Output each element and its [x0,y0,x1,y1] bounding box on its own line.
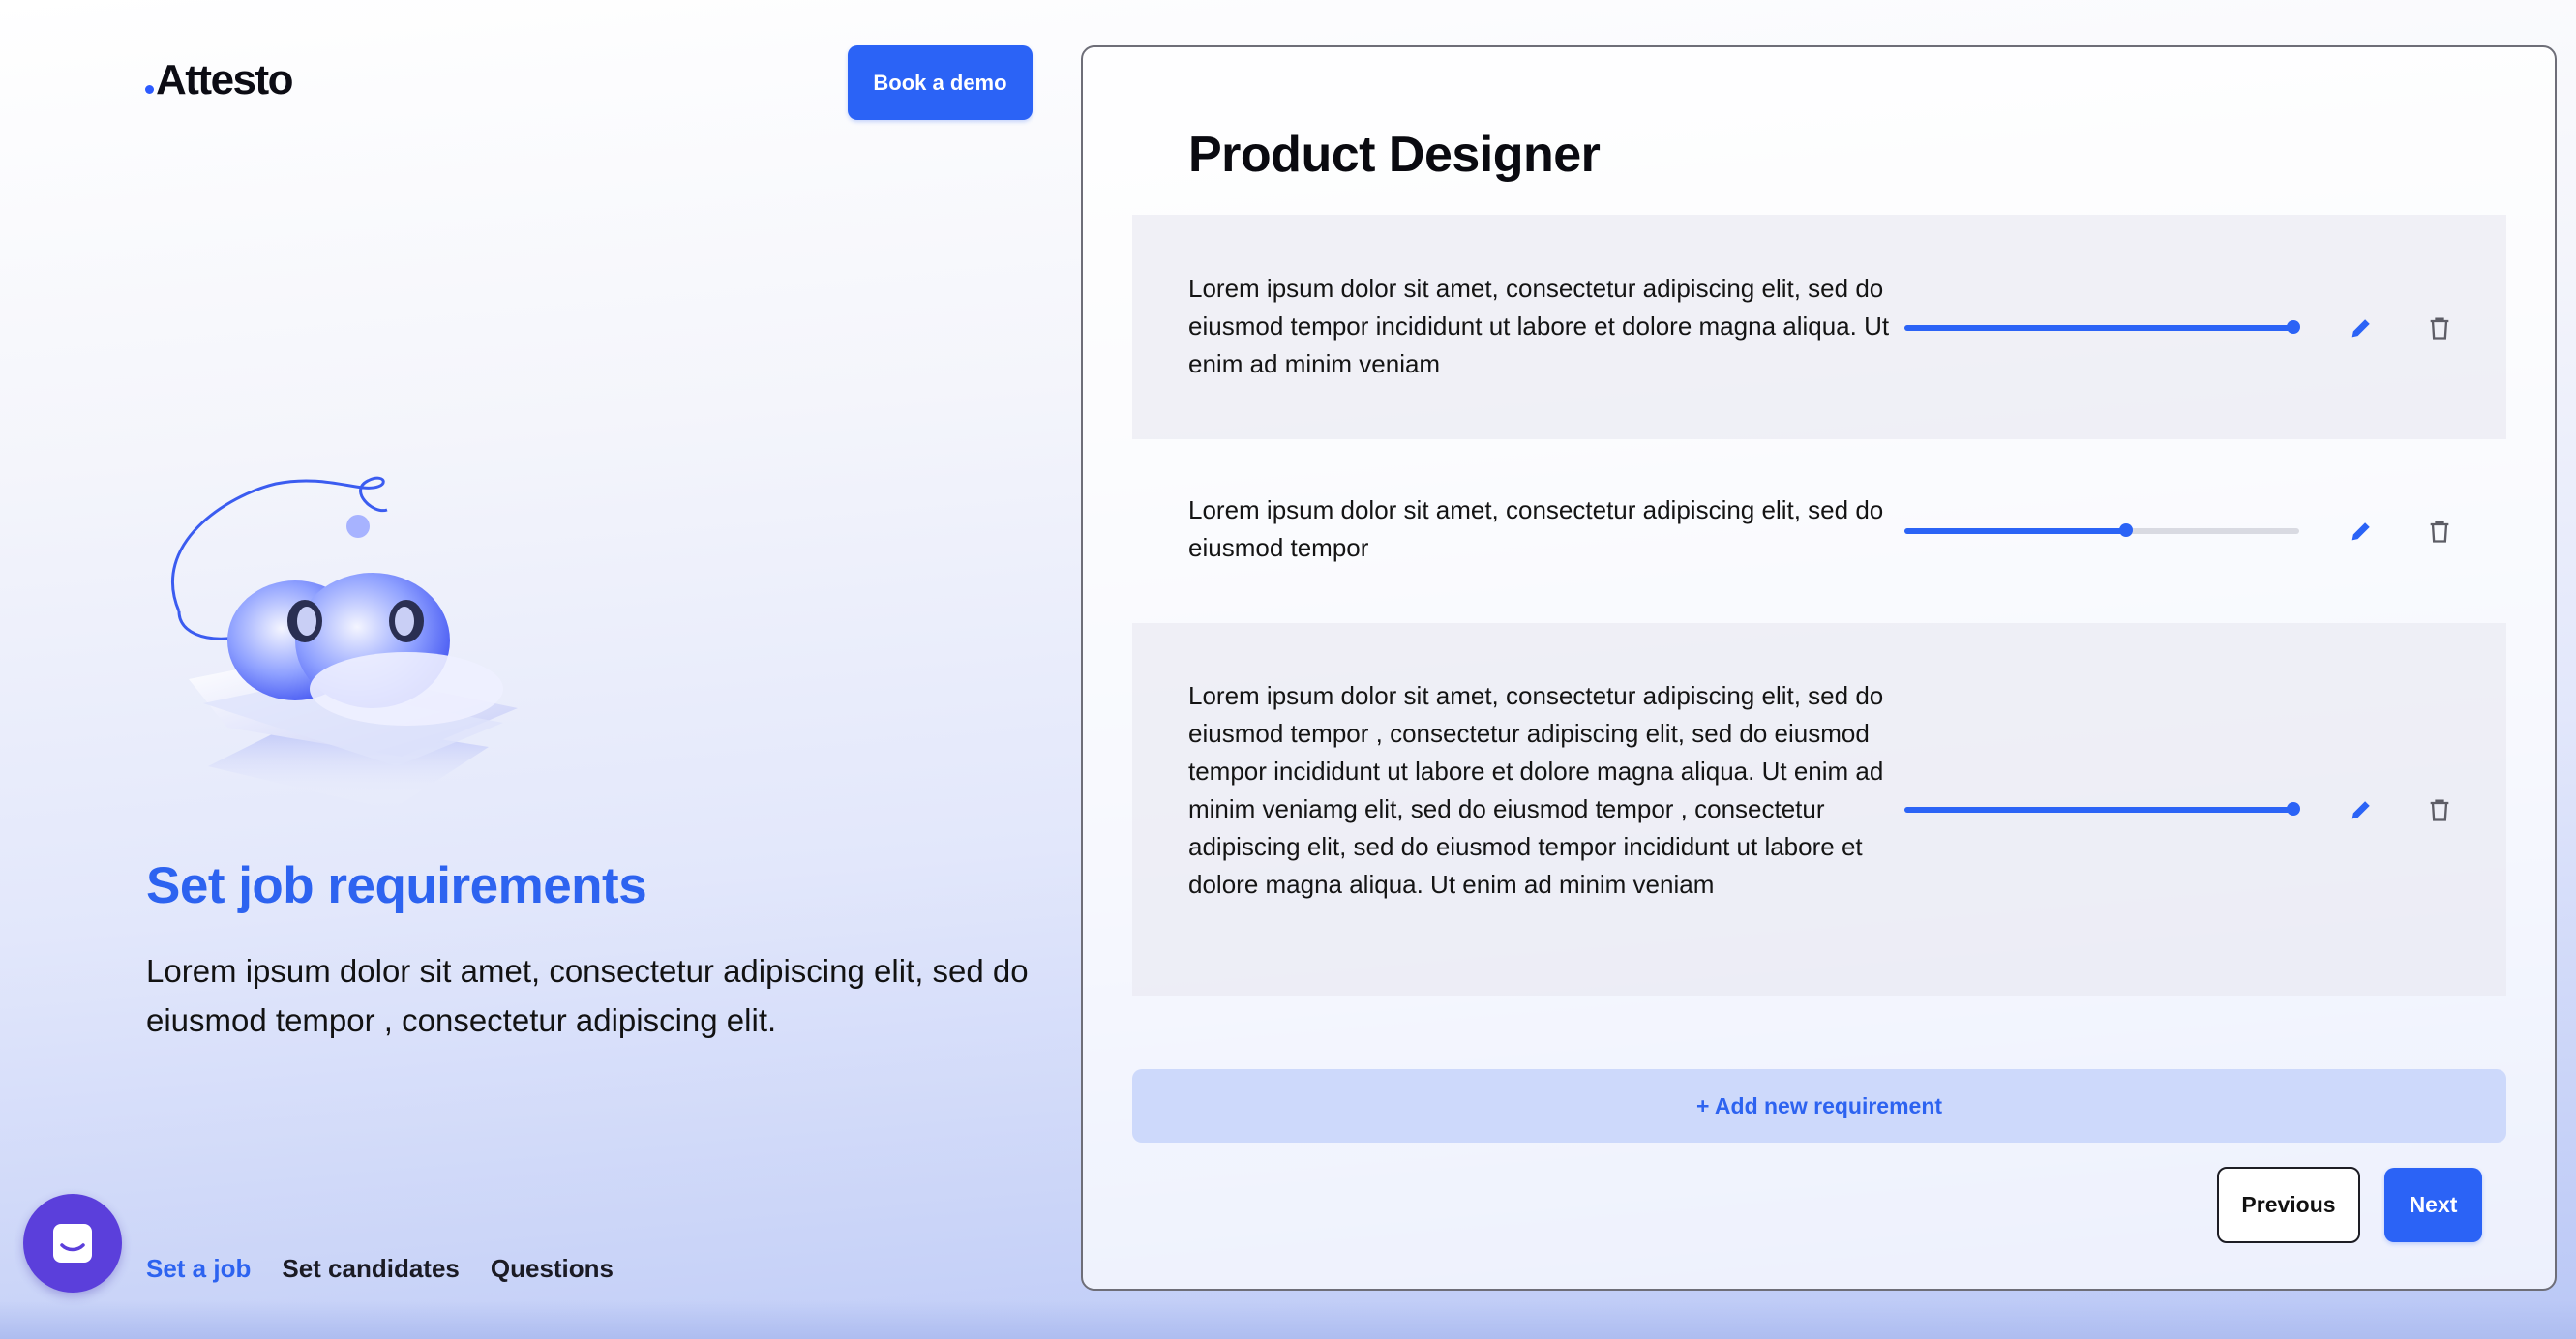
job-title: Product Designer [1188,127,1601,183]
trash-icon[interactable] [2426,796,2453,823]
next-button[interactable]: Next [2384,1168,2482,1242]
logo-text: Attesto [156,56,294,104]
requirement-text: Lorem ipsum dolor sit amet, consectetur … [1188,274,1890,378]
slider-handle[interactable] [2286,802,2300,816]
step-questions[interactable]: Questions [491,1254,614,1284]
hero-illustration [171,476,518,810]
slider-fill [1904,807,2293,813]
requirement-row: Lorem ipsum dolor sit amet, consectetur … [1132,623,2506,996]
requirement-row: Lorem ipsum dolor sit amet, consectetur … [1132,439,2506,623]
hero-description: Lorem ipsum dolor sit amet, consectetur … [146,953,1029,1038]
requirement-text: Lorem ipsum dolor sit amet, consectetur … [1188,495,1884,562]
importance-slider[interactable] [1904,802,2300,816]
slider-fill [1904,528,2127,534]
chat-launcher[interactable] [23,1194,122,1293]
attesto-logo[interactable]: Attesto [145,56,294,104]
step-set-a-job[interactable]: Set a job [146,1254,251,1284]
previous-button[interactable]: Previous [2217,1167,2360,1243]
trash-icon[interactable] [2426,314,2453,342]
requirement-row: Lorem ipsum dolor sit amet, consectetur … [1132,215,2506,439]
step-set-candidates[interactable]: Set candidates [282,1254,460,1284]
bottom-gradient [0,1300,2576,1339]
requirement-text: Lorem ipsum dolor sit amet, consectetur … [1188,681,1884,899]
add-requirement-button[interactable]: + Add new requirement [1132,1069,2506,1143]
pencil-icon[interactable] [2348,314,2375,342]
step-nav: Set a job Set candidates Questions [146,1254,614,1284]
pencil-icon[interactable] [2348,796,2375,823]
logo-dot [145,85,154,94]
pencil-icon[interactable] [2348,518,2375,545]
slider-handle[interactable] [2119,523,2134,537]
chat-icon [53,1224,92,1263]
hero-title: Set job requirements [146,857,647,914]
slider-handle[interactable] [2286,320,2300,334]
trash-icon[interactable] [2426,518,2453,545]
importance-slider[interactable] [1904,320,2300,334]
book-demo-button[interactable]: Book a demo [848,45,1033,120]
slider-fill [1904,325,2293,331]
importance-slider[interactable] [1904,523,2299,537]
